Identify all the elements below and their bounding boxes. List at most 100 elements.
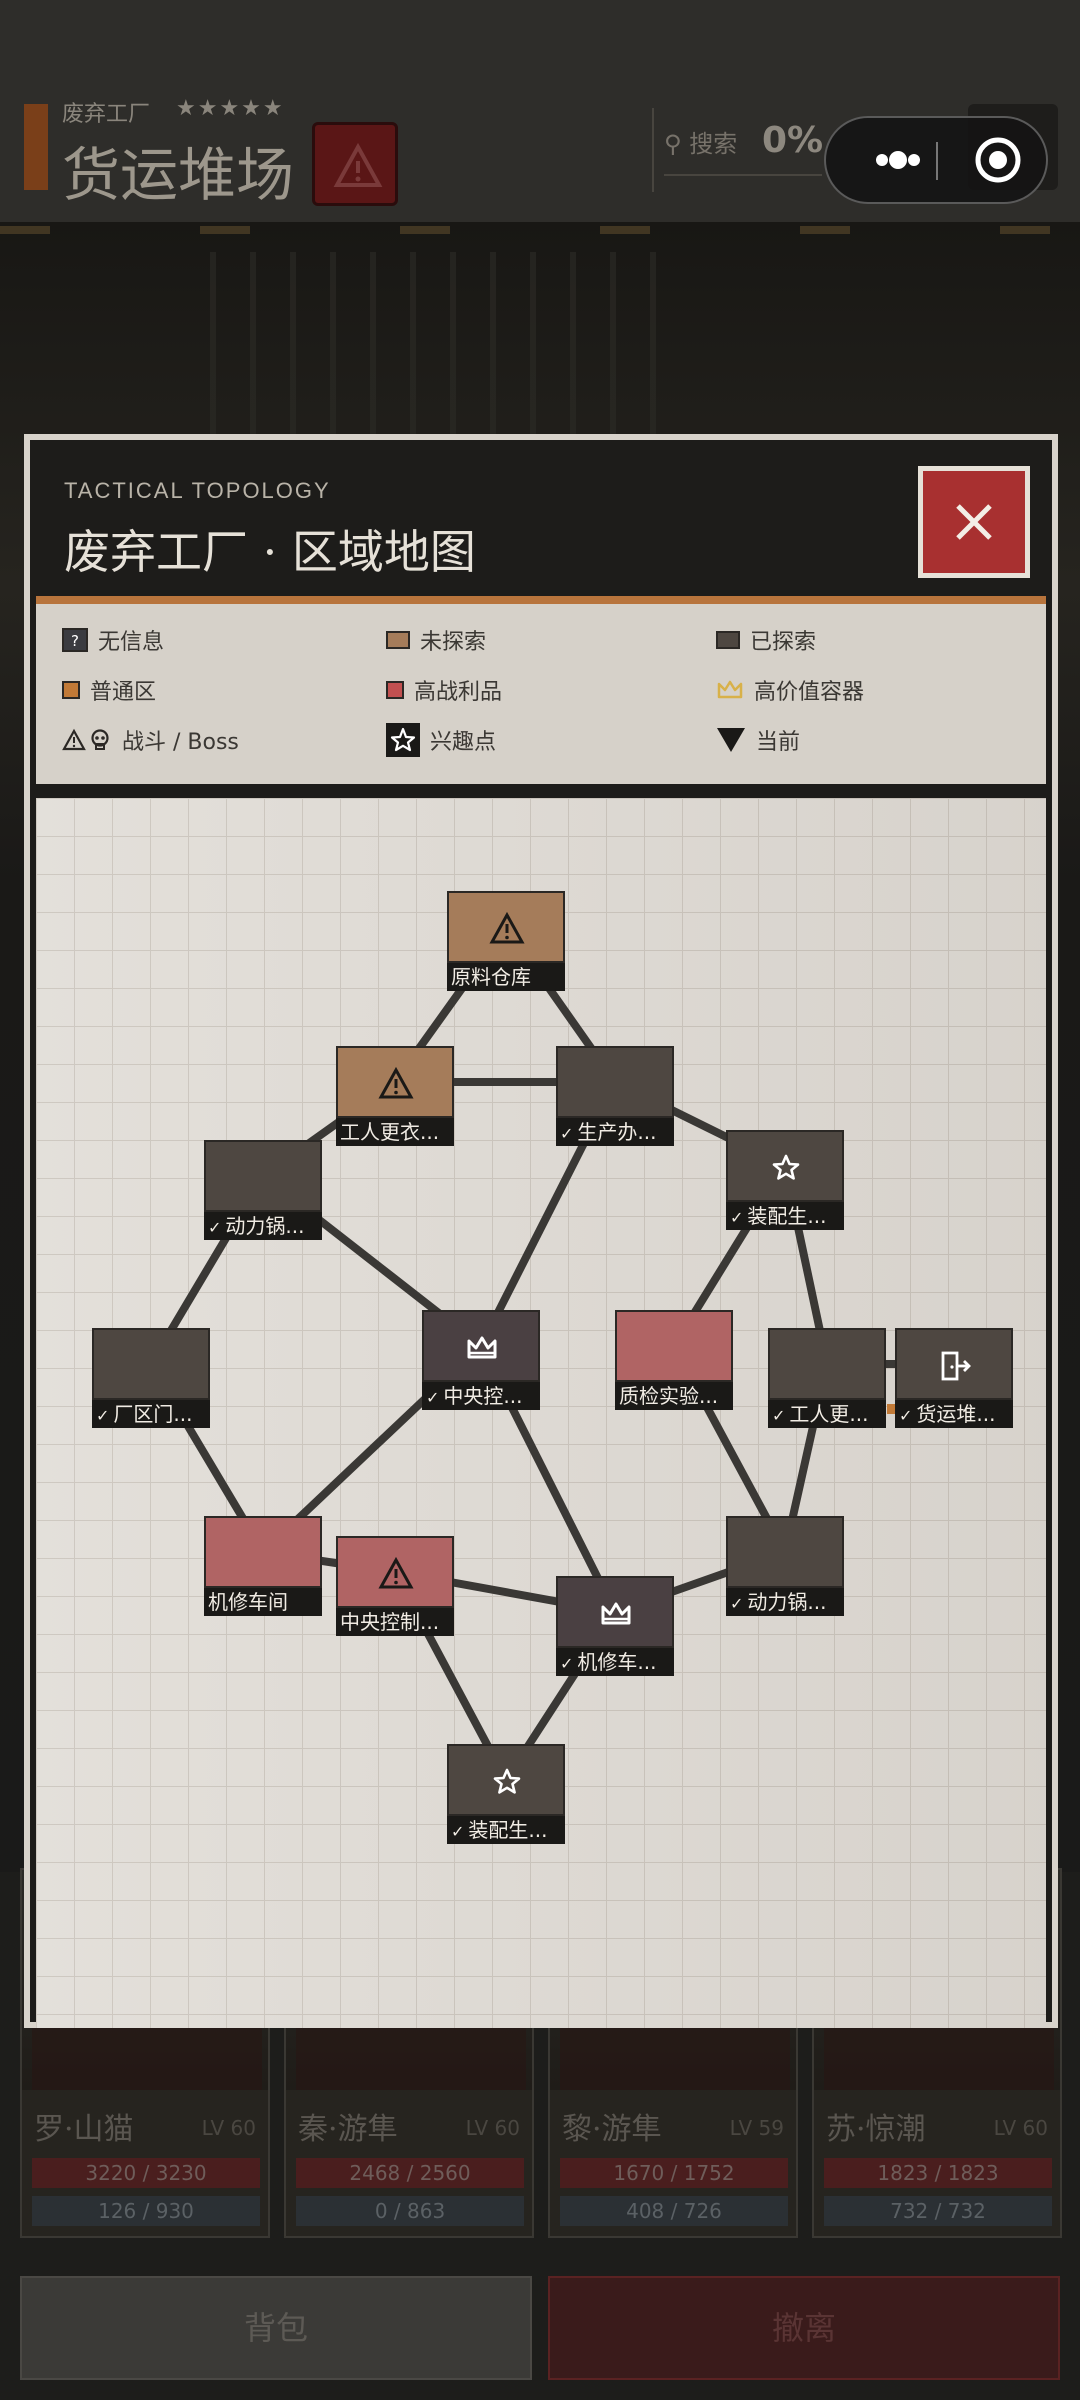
legend-current: 当前 [716,720,800,760]
highloot-swatch [386,681,404,699]
node-label-text: 装配生... [468,1818,548,1842]
node-label: 中央控制... [336,1608,454,1636]
warning-icon [333,142,383,187]
explored-swatch [716,631,740,649]
location-accent-stripe [24,104,48,190]
star-icon [386,723,420,757]
map-node-n7[interactable]: 质检实验... [615,1310,733,1410]
legend-label: 无信息 [98,630,165,655]
member-level: LV 59 [729,2116,784,2140]
triangle-down-icon [716,727,746,753]
legend-container: 高价值容器 [716,670,864,710]
map-legend: ? 无信息 未探索 已探索 普通区 高战利品 高价值容器 战斗 / Boss 兴… [36,604,1046,784]
node-label: ✓ 中央控... [422,1382,540,1410]
member-level: LV 60 [201,2116,256,2140]
map-node-n5[interactable]: ✓ 厂区门... [92,1328,210,1428]
node-label-text: 动力锅... [747,1590,827,1614]
capsule-divider [936,142,938,180]
scene-hazard-strip [0,226,1080,234]
map-node-n13[interactable]: ✓ 动力锅... [726,1516,844,1616]
danger-button[interactable] [312,122,398,206]
star-icon [772,1154,800,1180]
more-icon[interactable] [852,118,938,202]
unexplored-swatch [386,631,410,649]
legend-label: 当前 [756,730,801,755]
legend-combat: 战斗 / Boss [62,720,239,760]
node-tile [726,1130,844,1202]
mp-bar: 126 / 930 [32,2196,260,2226]
warning-icon [378,1556,414,1589]
map-node-n6[interactable]: ✓ 中央控... [422,1310,540,1410]
close-button[interactable] [918,466,1030,578]
retreat-button[interactable]: 撤离 [548,2276,1060,2380]
node-label: 质检实验... [615,1382,733,1410]
map-node-n3[interactable]: ✓ 动力锅... [204,1140,322,1240]
member-level: LV 60 [993,2116,1048,2140]
legend-normal: 普通区 [62,670,156,710]
node-label-text: 机修车... [577,1650,657,1674]
check-icon: ✓ [899,1406,913,1425]
map-node-n11[interactable]: 中央控制... [336,1536,454,1636]
area-map-modal: TACTICAL TOPOLOGY 废弃工厂 · 区域地图 ? 无信息 未探索 … [24,434,1058,2028]
map-node-n14[interactable]: ✓ 装配生... [447,1744,565,1844]
node-tile [336,1046,454,1118]
node-tile [615,1310,733,1382]
node-label: ✓ 厂区门... [92,1400,210,1428]
node-label-text: 工人更... [789,1402,869,1426]
legend-highloot: 高战利品 [386,670,502,710]
member-name: 罗·山猫 [34,2112,134,2147]
member-name: 苏·惊潮 [826,2112,926,2147]
node-tile [726,1516,844,1588]
bag-button[interactable]: 背包 [20,2276,532,2380]
legend-label: 已探索 [750,630,817,655]
map-node-n12[interactable]: ✓ 机修车... [556,1576,674,1676]
node-tile [768,1328,886,1400]
member-level: LV 60 [465,2116,520,2140]
mp-bar: 732 / 732 [824,2196,1052,2226]
map-node-n2[interactable]: ✓ 生产办... [556,1046,674,1146]
node-label-text: 装配生... [747,1204,827,1228]
map-node-n4[interactable]: ✓ 装配生... [726,1130,844,1230]
map-node-n9[interactable]: ✓ 货运堆... [895,1328,1013,1428]
search-label: 搜索 [689,130,738,158]
modal-subtitle: TACTICAL TOPOLOGY [64,478,331,503]
star-icon [493,1768,521,1794]
node-label-text: 货运堆... [916,1402,996,1426]
check-icon: ✓ [560,1654,574,1673]
node-label-text: 动力锅... [225,1214,305,1238]
node-tile [556,1576,674,1648]
hp-bar: 1670 / 1752 [560,2158,788,2188]
question-icon: ? [62,628,88,652]
node-label: ✓ 工人更... [768,1400,886,1428]
legend-explored: 已探索 [716,620,816,660]
node-tile [447,891,565,963]
legend-poi: 兴趣点 [386,720,496,760]
node-tile [92,1328,210,1400]
capsule-close-icon[interactable] [956,118,1040,202]
crown-icon [467,1336,497,1359]
check-icon: ✓ [426,1388,440,1407]
hp-bar: 3220 / 3230 [32,2158,260,2188]
node-label-text: 中央控制... [340,1610,440,1634]
warning-icon [489,911,525,944]
node-label: ✓ 机修车... [556,1648,674,1676]
map-node-n8[interactable]: ✓ 工人更... [768,1328,886,1428]
header-divider [652,108,654,192]
node-tile [336,1536,454,1608]
mp-bar: 0 / 863 [296,2196,524,2226]
warning-icon [378,1066,414,1099]
node-label: ✓ 动力锅... [204,1212,322,1240]
node-label: 工人更衣... [336,1118,454,1146]
legend-label: 兴趣点 [430,730,497,755]
check-icon: ✓ [730,1594,744,1613]
crown-icon [716,679,744,701]
node-label: ✓ 货运堆... [895,1400,1013,1428]
map-node-n0[interactable]: 原料仓库 [447,891,565,991]
map-node-n10[interactable]: 机修车间 [204,1516,322,1616]
member-name: 黎·游隼 [562,2112,662,2147]
difficulty-stars: ★★★★★ [176,96,285,121]
node-tile [895,1328,1013,1400]
map-node-n1[interactable]: 工人更衣... [336,1046,454,1146]
node-label-text: 中央控... [443,1384,523,1408]
node-tile [204,1516,322,1588]
